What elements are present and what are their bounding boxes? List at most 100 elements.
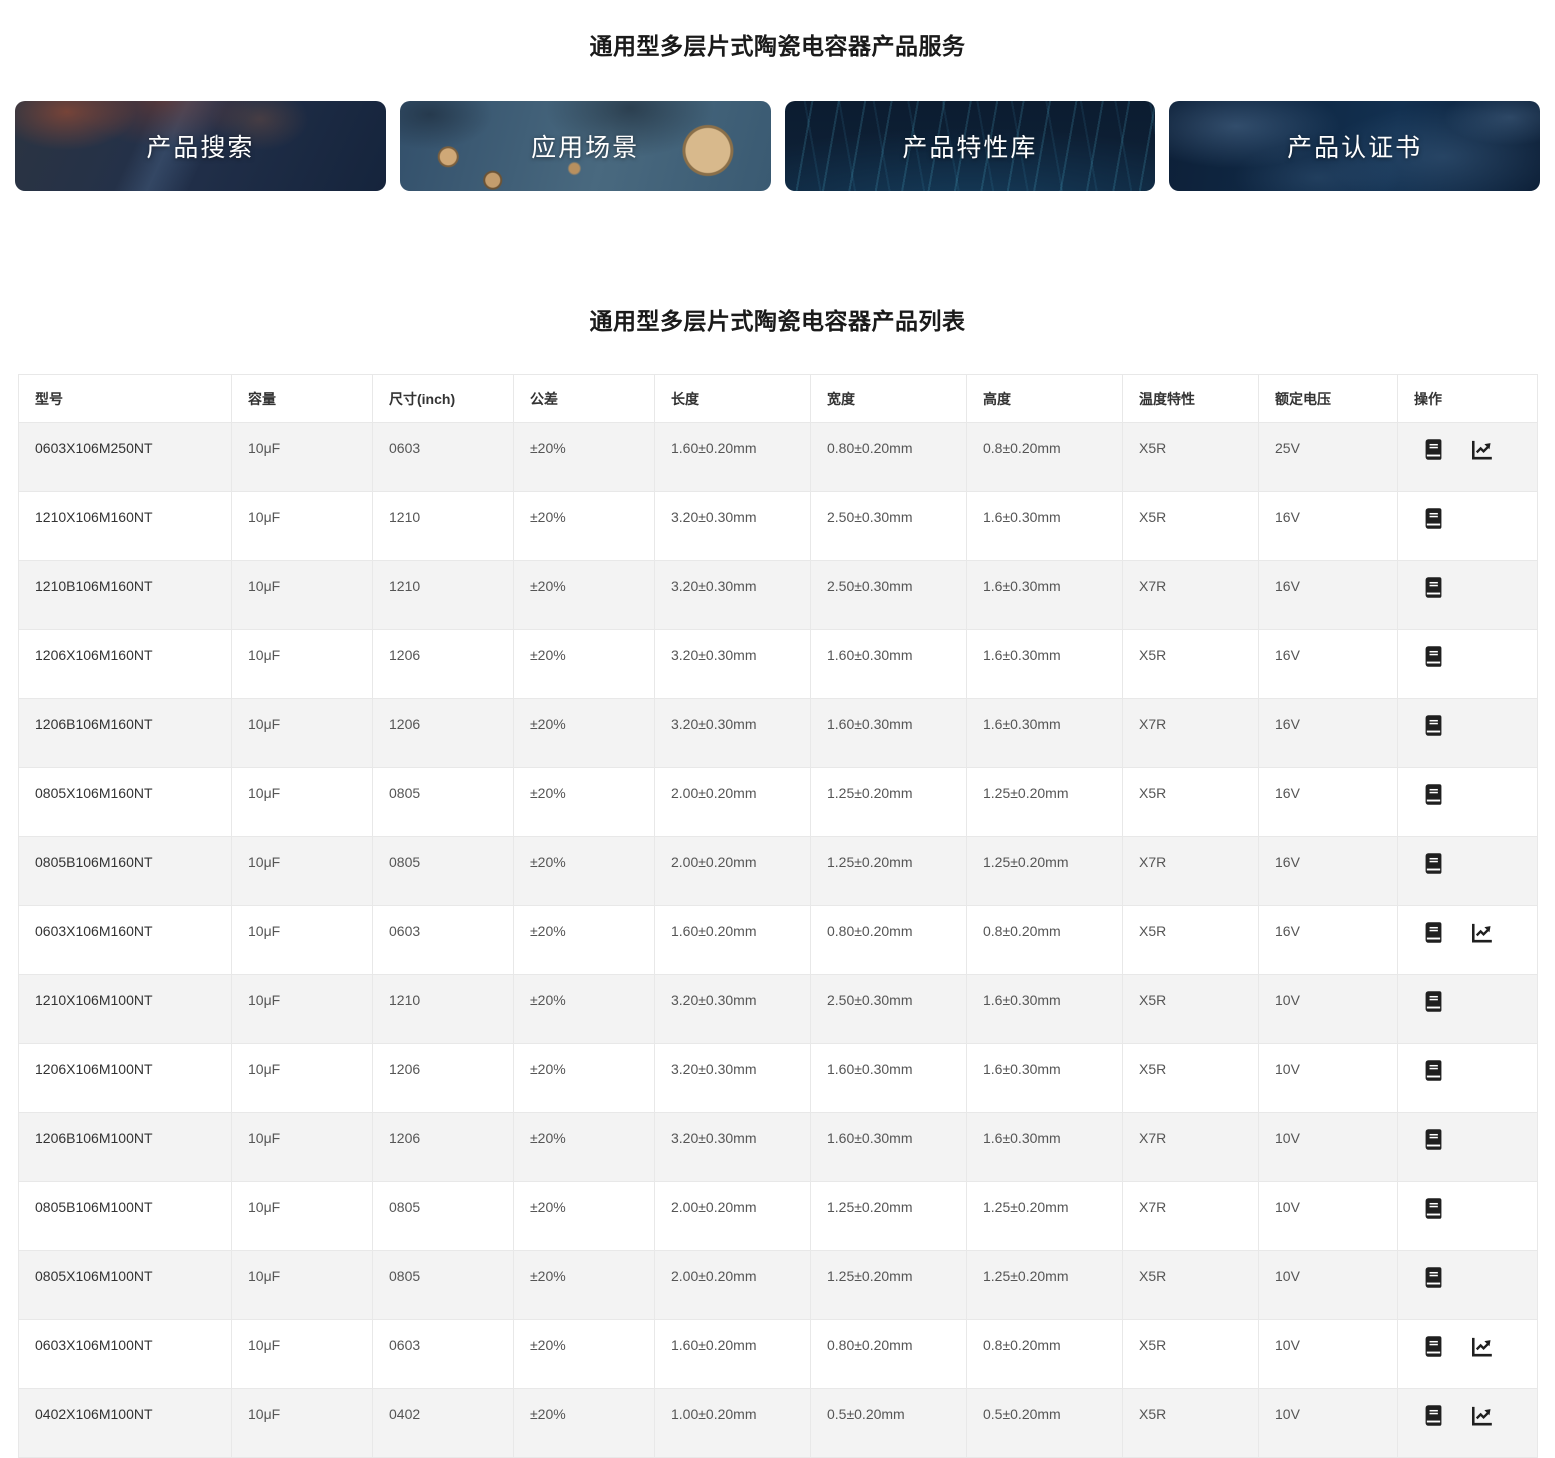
- book-icon[interactable]: [1422, 989, 1445, 1014]
- cell-tolerance: ±20%: [514, 423, 655, 492]
- trend-chart-icon[interactable]: [1469, 1335, 1495, 1359]
- table-row: 1206X106M100NT 10μF 1206 ±20% 3.20±0.30m…: [19, 1044, 1538, 1113]
- cell-width: 0.80±0.20mm: [811, 1320, 967, 1389]
- cell-temp-characteristic: X7R: [1123, 837, 1259, 906]
- col-header-temp-characteristic: 温度特性: [1123, 375, 1259, 423]
- cell-temp-characteristic: X5R: [1123, 1251, 1259, 1320]
- cell-length: 2.00±0.20mm: [655, 768, 811, 837]
- cell-size: 0603: [373, 423, 514, 492]
- cell-rated-voltage: 16V: [1259, 561, 1398, 630]
- book-icon[interactable]: [1422, 713, 1445, 738]
- book-icon[interactable]: [1422, 1403, 1445, 1428]
- table-row: 0603X106M160NT 10μF 0603 ±20% 1.60±0.20m…: [19, 906, 1538, 975]
- cell-length: 3.20±0.30mm: [655, 975, 811, 1044]
- col-header-model: 型号: [19, 375, 232, 423]
- cell-length: 1.00±0.20mm: [655, 1389, 811, 1458]
- cell-rated-voltage: 16V: [1259, 906, 1398, 975]
- book-icon[interactable]: [1422, 575, 1445, 600]
- trend-chart-icon[interactable]: [1469, 438, 1495, 462]
- cell-capacity: 10μF: [232, 561, 373, 630]
- cell-height: 1.25±0.20mm: [967, 837, 1123, 906]
- cell-length: 1.60±0.20mm: [655, 906, 811, 975]
- book-icon[interactable]: [1422, 437, 1445, 462]
- trend-chart-icon[interactable]: [1469, 1404, 1495, 1428]
- cell-tolerance: ±20%: [514, 699, 655, 768]
- cell-height: 0.5±0.20mm: [967, 1389, 1123, 1458]
- cell-size: 0603: [373, 906, 514, 975]
- cell-width: 1.60±0.30mm: [811, 1044, 967, 1113]
- cell-width: 0.5±0.20mm: [811, 1389, 967, 1458]
- cell-capacity: 10μF: [232, 975, 373, 1044]
- book-icon[interactable]: [1422, 1058, 1445, 1083]
- banner-product-certificates-label: 产品认证书: [1287, 128, 1422, 164]
- cell-tolerance: ±20%: [514, 1044, 655, 1113]
- table-row: 0603X106M100NT 10μF 0603 ±20% 1.60±0.20m…: [19, 1320, 1538, 1389]
- cell-actions: [1398, 975, 1538, 1044]
- cell-length: 3.20±0.30mm: [655, 1044, 811, 1113]
- book-icon[interactable]: [1422, 506, 1445, 531]
- cell-tolerance: ±20%: [514, 561, 655, 630]
- cell-height: 1.6±0.30mm: [967, 630, 1123, 699]
- trend-chart-icon[interactable]: [1469, 921, 1495, 945]
- cell-size: 1210: [373, 492, 514, 561]
- cell-length: 1.60±0.20mm: [655, 1320, 811, 1389]
- book-icon[interactable]: [1422, 851, 1445, 876]
- cell-actions: [1398, 699, 1538, 768]
- cell-rated-voltage: 16V: [1259, 630, 1398, 699]
- cell-model: 0805X106M100NT: [19, 1251, 232, 1320]
- cell-model: 1210B106M160NT: [19, 561, 232, 630]
- banner-product-certificates[interactable]: 产品认证书: [1169, 101, 1540, 191]
- cell-size: 0805: [373, 1251, 514, 1320]
- cell-model: 1206X106M160NT: [19, 630, 232, 699]
- cell-temp-characteristic: X7R: [1123, 1182, 1259, 1251]
- banner-product-characteristics[interactable]: 产品特性库: [785, 101, 1156, 191]
- cell-actions: [1398, 561, 1538, 630]
- banner-product-characteristics-label: 产品特性库: [902, 128, 1037, 164]
- cell-length: 3.20±0.30mm: [655, 699, 811, 768]
- cell-length: 3.20±0.30mm: [655, 630, 811, 699]
- cell-width: 0.80±0.20mm: [811, 906, 967, 975]
- table-row: 0805X106M160NT 10μF 0805 ±20% 2.00±0.20m…: [19, 768, 1538, 837]
- cell-rated-voltage: 10V: [1259, 975, 1398, 1044]
- cell-size: 1206: [373, 699, 514, 768]
- cell-tolerance: ±20%: [514, 630, 655, 699]
- book-icon[interactable]: [1422, 1334, 1445, 1359]
- cell-actions: [1398, 906, 1538, 975]
- cell-rated-voltage: 10V: [1259, 1389, 1398, 1458]
- cell-size: 1206: [373, 630, 514, 699]
- cell-size: 1206: [373, 1113, 514, 1182]
- book-icon[interactable]: [1422, 644, 1445, 669]
- cell-width: 2.50±0.30mm: [811, 561, 967, 630]
- table-row: 1206B106M160NT 10μF 1206 ±20% 3.20±0.30m…: [19, 699, 1538, 768]
- cell-height: 1.6±0.30mm: [967, 975, 1123, 1044]
- cell-rated-voltage: 16V: [1259, 768, 1398, 837]
- cell-rated-voltage: 10V: [1259, 1044, 1398, 1113]
- cell-actions: [1398, 837, 1538, 906]
- cell-actions: [1398, 768, 1538, 837]
- book-icon[interactable]: [1422, 1127, 1445, 1152]
- cell-model: 0603X106M160NT: [19, 906, 232, 975]
- cell-model: 0805X106M160NT: [19, 768, 232, 837]
- table-row: 0805B106M100NT 10μF 0805 ±20% 2.00±0.20m…: [19, 1182, 1538, 1251]
- book-icon[interactable]: [1422, 1265, 1445, 1290]
- cell-actions: [1398, 1320, 1538, 1389]
- book-icon[interactable]: [1422, 920, 1445, 945]
- cell-temp-characteristic: X5R: [1123, 1044, 1259, 1113]
- cell-width: 2.50±0.30mm: [811, 492, 967, 561]
- cell-rated-voltage: 16V: [1259, 492, 1398, 561]
- cell-width: 0.80±0.20mm: [811, 423, 967, 492]
- cell-model: 0603X106M100NT: [19, 1320, 232, 1389]
- book-icon[interactable]: [1422, 782, 1445, 807]
- cell-model: 1206B106M160NT: [19, 699, 232, 768]
- cell-length: 3.20±0.30mm: [655, 492, 811, 561]
- cell-actions: [1398, 1251, 1538, 1320]
- cell-actions: [1398, 1113, 1538, 1182]
- banner-application-scenarios[interactable]: 应用场景: [400, 101, 771, 191]
- cell-actions: [1398, 423, 1538, 492]
- cell-height: 1.6±0.30mm: [967, 561, 1123, 630]
- banner-product-search[interactable]: 产品搜索: [15, 101, 386, 191]
- book-icon[interactable]: [1422, 1196, 1445, 1221]
- table-row: 1206X106M160NT 10μF 1206 ±20% 3.20±0.30m…: [19, 630, 1538, 699]
- cell-height: 0.8±0.20mm: [967, 906, 1123, 975]
- col-header-rated-voltage: 额定电压: [1259, 375, 1398, 423]
